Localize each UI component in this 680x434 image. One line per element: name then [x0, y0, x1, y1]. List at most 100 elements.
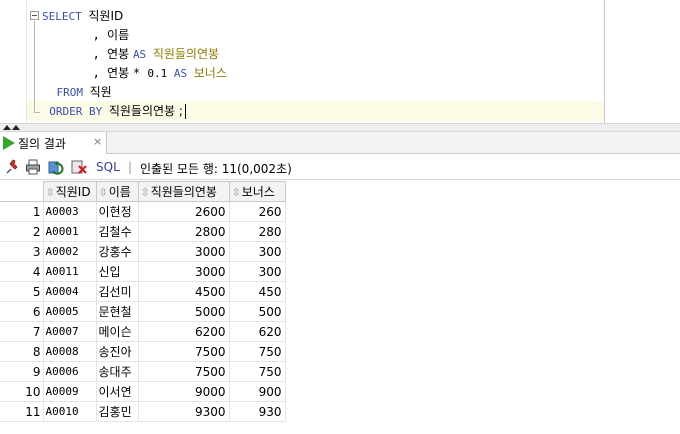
column-header[interactable]: ⇳보너스 [228, 181, 286, 202]
cell-name[interactable]: 문현철 [95, 301, 139, 322]
column-header-label: 이름 [108, 185, 131, 199]
table-row[interactable]: 2 A0001 김철수 2800 280 [0, 221, 286, 242]
cell-employee-id[interactable]: A0005 [42, 301, 97, 322]
cell-salary[interactable]: 9300 [137, 401, 230, 422]
code-line[interactable]: ORDER BY 직원들의연봉 ; [42, 102, 186, 121]
code-token: , [92, 47, 108, 61]
cell-name[interactable]: 김철수 [95, 221, 139, 242]
table-row[interactable]: 1 A0003 이현정 2600 260 [0, 201, 286, 222]
column-header[interactable]: ⇳직원들의연봉 [137, 181, 230, 202]
cell-bonus[interactable]: 750 [228, 361, 286, 382]
table-row[interactable]: 7 A0007 메이슨 6200 620 [0, 321, 286, 342]
cell-salary[interactable]: 2600 [137, 201, 230, 222]
sql-link[interactable]: SQL [96, 160, 120, 174]
cell-salary[interactable]: 9000 [137, 381, 230, 402]
row-number: 9 [0, 361, 44, 382]
code-line[interactable]: , 이름 [42, 26, 130, 45]
cell-salary[interactable]: 6200 [137, 321, 230, 342]
column-header-label: 직원ID [55, 185, 91, 199]
cell-name[interactable]: 강홍수 [95, 241, 139, 262]
table-row[interactable]: 10 A0009 이서연 9000 900 [0, 381, 286, 402]
row-number: 7 [0, 321, 44, 342]
table-row[interactable]: 6 A0005 문현철 5000 500 [0, 301, 286, 322]
table-row[interactable]: 4 A0011 신입 3000 300 [0, 261, 286, 282]
cell-bonus[interactable]: 300 [228, 241, 286, 262]
cell-name[interactable]: 김홍민 [95, 401, 139, 422]
editor-gutter [0, 0, 26, 123]
table-row[interactable]: 8 A0008 송진아 7500 750 [0, 341, 286, 362]
code-token: 연봉 [107, 66, 133, 80]
results-tab-bar: 질의 결과 × [0, 132, 680, 154]
table-row[interactable]: 5 A0004 김선미 4500 450 [0, 281, 286, 302]
fold-guide-end [34, 112, 40, 113]
sort-icon: ⇳ [140, 186, 150, 199]
cell-name[interactable]: 신입 [95, 261, 139, 282]
cell-bonus[interactable]: 900 [228, 381, 286, 402]
row-number: 1 [0, 201, 44, 222]
cell-salary[interactable]: 5000 [137, 301, 230, 322]
code-token: ORDER BY [49, 105, 109, 118]
column-header[interactable]: ⇳직원ID [42, 181, 97, 202]
cell-bonus[interactable]: 750 [228, 341, 286, 362]
clear-icon[interactable] [71, 159, 87, 175]
cell-employee-id[interactable]: A0007 [42, 321, 97, 342]
table-row[interactable]: 3 A0002 강홍수 3000 300 [0, 241, 286, 262]
cell-bonus[interactable]: 500 [228, 301, 286, 322]
result-grid[interactable]: ⇳직원ID ⇳이름 ⇳직원들의연봉 ⇳보너스 1 A0003 이현정 2600 260 2… [0, 181, 680, 434]
cell-employee-id[interactable]: A0009 [42, 381, 97, 402]
code-token: 보너스 [193, 66, 227, 80]
cell-employee-id[interactable]: A0008 [42, 341, 97, 362]
code-token: AS [173, 67, 194, 80]
table-row[interactable]: 9 A0006 송대주 7500 750 [0, 361, 286, 382]
code-line[interactable]: FROM 직원 [42, 83, 112, 102]
sql-editor[interactable]: SELECT 직원ID , 이름 , 연봉 AS 직원들의연봉 , 연봉 * 0… [0, 0, 680, 123]
cell-name[interactable]: 송진아 [95, 341, 139, 362]
run-icon [3, 136, 15, 150]
cell-bonus[interactable]: 300 [228, 261, 286, 282]
code-token: 직원 [89, 85, 112, 99]
cell-employee-id[interactable]: A0010 [42, 401, 97, 422]
close-icon[interactable]: × [93, 135, 102, 148]
cell-salary[interactable]: 7500 [137, 341, 230, 362]
row-number: 3 [0, 241, 44, 262]
refresh-icon[interactable] [48, 159, 64, 175]
code-line[interactable]: , 연봉 * 0.1 AS 보너스 [42, 64, 227, 83]
code-line[interactable]: SELECT 직원ID [42, 7, 123, 26]
code-line[interactable]: , 연봉 AS 직원들의연봉 [42, 45, 219, 64]
cell-name[interactable]: 이서연 [95, 381, 139, 402]
cell-employee-id[interactable]: A0002 [42, 241, 97, 262]
pane-splitter[interactable] [0, 123, 680, 132]
cell-salary[interactable]: 3000 [137, 241, 230, 262]
cell-salary[interactable]: 3000 [137, 261, 230, 282]
cell-bonus[interactable]: 450 [228, 281, 286, 302]
cell-bonus[interactable]: 280 [228, 221, 286, 242]
cell-name[interactable]: 메이슨 [95, 321, 139, 342]
cell-bonus[interactable]: 930 [228, 401, 286, 422]
cell-bonus[interactable]: 260 [228, 201, 286, 222]
cell-bonus[interactable]: 620 [228, 321, 286, 342]
cell-employee-id[interactable]: A0011 [42, 261, 97, 282]
cell-employee-id[interactable]: A0001 [42, 221, 97, 242]
cell-name[interactable]: 김선미 [95, 281, 139, 302]
splitter-up-arrow-icon[interactable] [12, 125, 20, 130]
tab-query-result[interactable]: 질의 결과 × [0, 132, 107, 154]
fold-collapse-icon[interactable] [30, 11, 39, 20]
column-header-label: 직원들의연봉 [150, 185, 217, 199]
cell-employee-id[interactable]: A0004 [42, 281, 97, 302]
cell-employee-id[interactable]: A0006 [42, 361, 97, 382]
print-icon[interactable] [25, 159, 41, 175]
splitter-up-arrow-icon[interactable] [3, 125, 11, 130]
code-token: SELECT [42, 10, 89, 23]
cell-salary[interactable]: 2800 [137, 221, 230, 242]
cell-name[interactable]: 이현정 [95, 201, 139, 222]
column-header[interactable]: ⇳이름 [95, 181, 139, 202]
cell-salary[interactable]: 7500 [137, 361, 230, 382]
cell-name[interactable]: 송대주 [95, 361, 139, 382]
row-number: 10 [0, 381, 44, 402]
cell-salary[interactable]: 4500 [137, 281, 230, 302]
cell-employee-id[interactable]: A0003 [42, 201, 97, 222]
pin-icon[interactable] [4, 159, 20, 175]
table-row[interactable]: 11 A0010 김홍민 9300 930 [0, 401, 286, 422]
